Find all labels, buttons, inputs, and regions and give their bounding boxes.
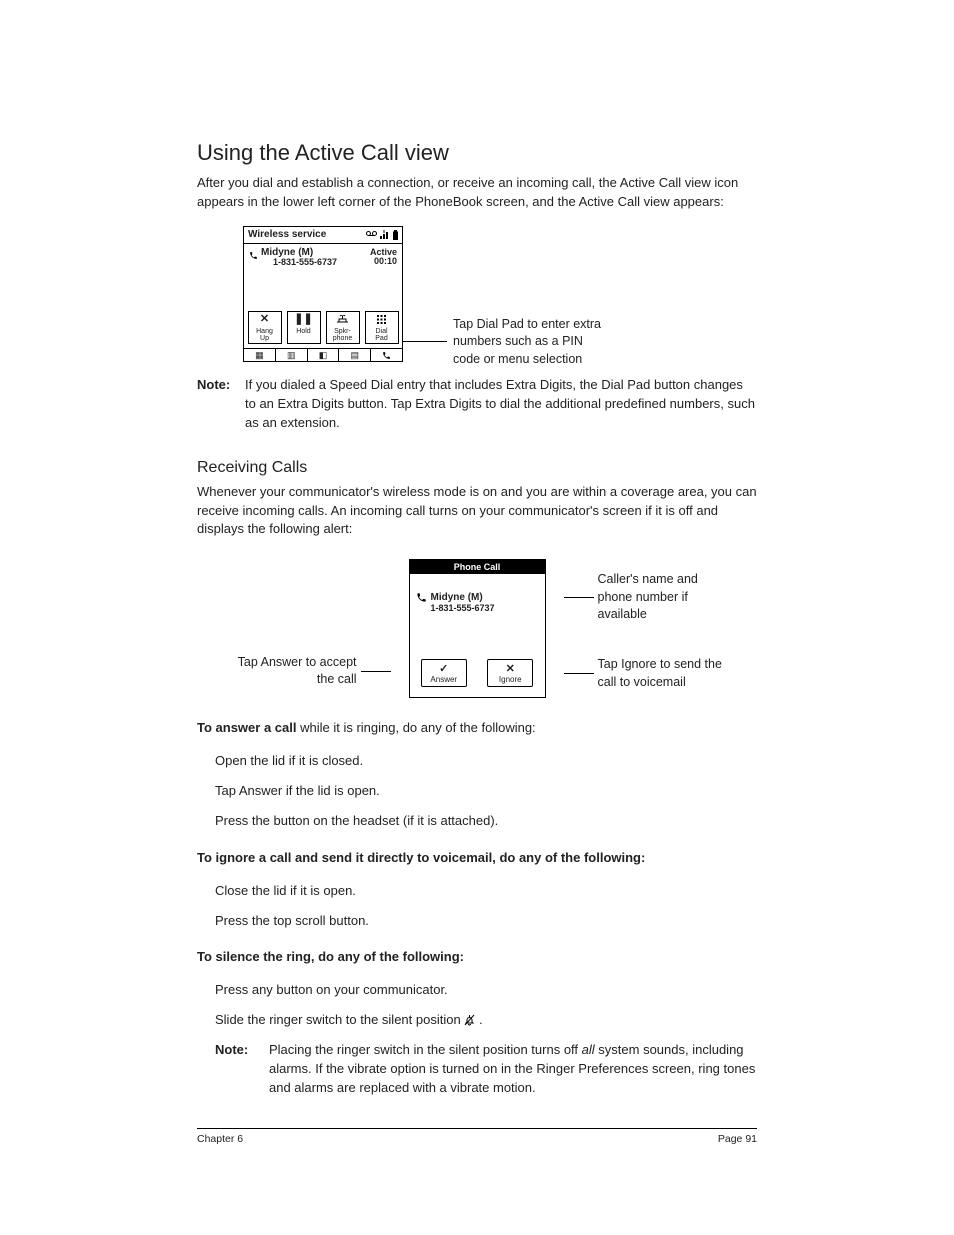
- receiving-intro: Whenever your communicator's wireless mo…: [197, 483, 757, 540]
- silent-icon: [464, 1012, 479, 1027]
- speaker-icon: [337, 314, 348, 326]
- silence-lead: To silence the ring, do any of the follo…: [197, 948, 757, 967]
- x-icon: ✕: [506, 662, 515, 674]
- list-item: Press the top scroll button.: [215, 912, 757, 930]
- speakerphone-button[interactable]: Spkr-phone: [326, 311, 360, 345]
- ignore-callout: Tap Ignore to send the call to voicemail: [598, 656, 723, 691]
- note-label: Note:: [197, 376, 245, 433]
- phone-icon: [249, 251, 258, 263]
- footer-chapter: Chapter 6: [197, 1133, 243, 1145]
- service-label: Wireless service: [248, 230, 326, 240]
- list-item: Slide the ringer switch to the silent po…: [215, 1011, 757, 1029]
- answer-steps: Open the lid if it is closed. Tap Answer…: [197, 752, 757, 831]
- incoming-number: 1-831-555-6737: [431, 603, 495, 613]
- heading-active-call: Using the Active Call view: [197, 140, 757, 166]
- caller-info-callout: Caller's name and phone number if availa…: [598, 571, 723, 624]
- list-item: Open the lid if it is closed.: [215, 752, 757, 770]
- answer-button[interactable]: ✓ Answer: [421, 659, 467, 687]
- list-item: Press any button on your communicator.: [215, 981, 757, 999]
- note-body: If you dialed a Speed Dial entry that in…: [245, 376, 757, 433]
- footer-page: Page 91: [718, 1133, 757, 1145]
- figure-incoming-call: Tap Answer to accept the call Phone Call…: [197, 553, 757, 703]
- answer-lead: To answer a call while it is ringing, do…: [197, 719, 757, 738]
- dialpad-icon: [377, 314, 386, 326]
- ignore-steps: Close the lid if it is open. Press the t…: [197, 882, 757, 930]
- intro-paragraph: After you dial and establish a connectio…: [197, 174, 757, 212]
- footer-icon-1: ▦: [244, 349, 276, 361]
- answer-callout: Tap Answer to accept the call: [232, 654, 357, 689]
- list-item: Close the lid if it is open.: [215, 882, 757, 900]
- list-item: Tap Answer if the lid is open.: [215, 782, 757, 800]
- list-item: Press the button on the headset (if it i…: [215, 812, 757, 830]
- device-footer-icons: ▦ ▥ ◧ ▤: [244, 348, 402, 361]
- caller-number: 1-831-555-6737: [273, 258, 337, 267]
- footer-icon-4: ▤: [339, 349, 371, 361]
- hold-button[interactable]: ❚❚ Hold: [287, 311, 321, 345]
- signal-icon: [380, 230, 390, 239]
- device-mock: Wireless service: [243, 226, 403, 363]
- note-body: Placing the ringer switch in the silent …: [269, 1041, 757, 1098]
- heading-receiving: Receiving Calls: [197, 459, 757, 477]
- note-label: Note:: [215, 1041, 269, 1098]
- incoming-name: Midyne (M): [431, 592, 483, 603]
- pause-icon: ❚❚: [294, 314, 312, 326]
- silence-steps: Press any button on your communicator. S…: [197, 981, 757, 1098]
- footer-icon-2: ▥: [276, 349, 308, 361]
- call-timer: 00:10: [374, 256, 397, 266]
- check-icon: ✓: [439, 662, 448, 674]
- dial-pad-callout: Tap Dial Pad to enter extra numbers such…: [453, 316, 613, 369]
- incoming-title: Phone Call: [410, 560, 545, 574]
- ignore-button[interactable]: ✕ Ignore: [487, 659, 533, 687]
- incoming-mock: Phone Call Midyne (M) 1-831-555-6737 ✓ A…: [409, 559, 546, 698]
- ignore-lead: To ignore a call and send it directly to…: [197, 849, 757, 868]
- footer-icon-5: [371, 349, 402, 361]
- list-item: Note: Placing the ringer switch in the s…: [215, 1041, 757, 1098]
- hang-up-button[interactable]: ✕ HangUp: [248, 311, 282, 345]
- voicemail-icon: [366, 230, 377, 239]
- phone-icon: [416, 592, 427, 613]
- dial-pad-button[interactable]: DialPad: [365, 311, 399, 345]
- battery-icon: [393, 230, 398, 240]
- figure-active-call: Wireless service: [243, 226, 757, 369]
- x-icon: ✕: [260, 314, 269, 326]
- footer-icon-3: ◧: [308, 349, 340, 361]
